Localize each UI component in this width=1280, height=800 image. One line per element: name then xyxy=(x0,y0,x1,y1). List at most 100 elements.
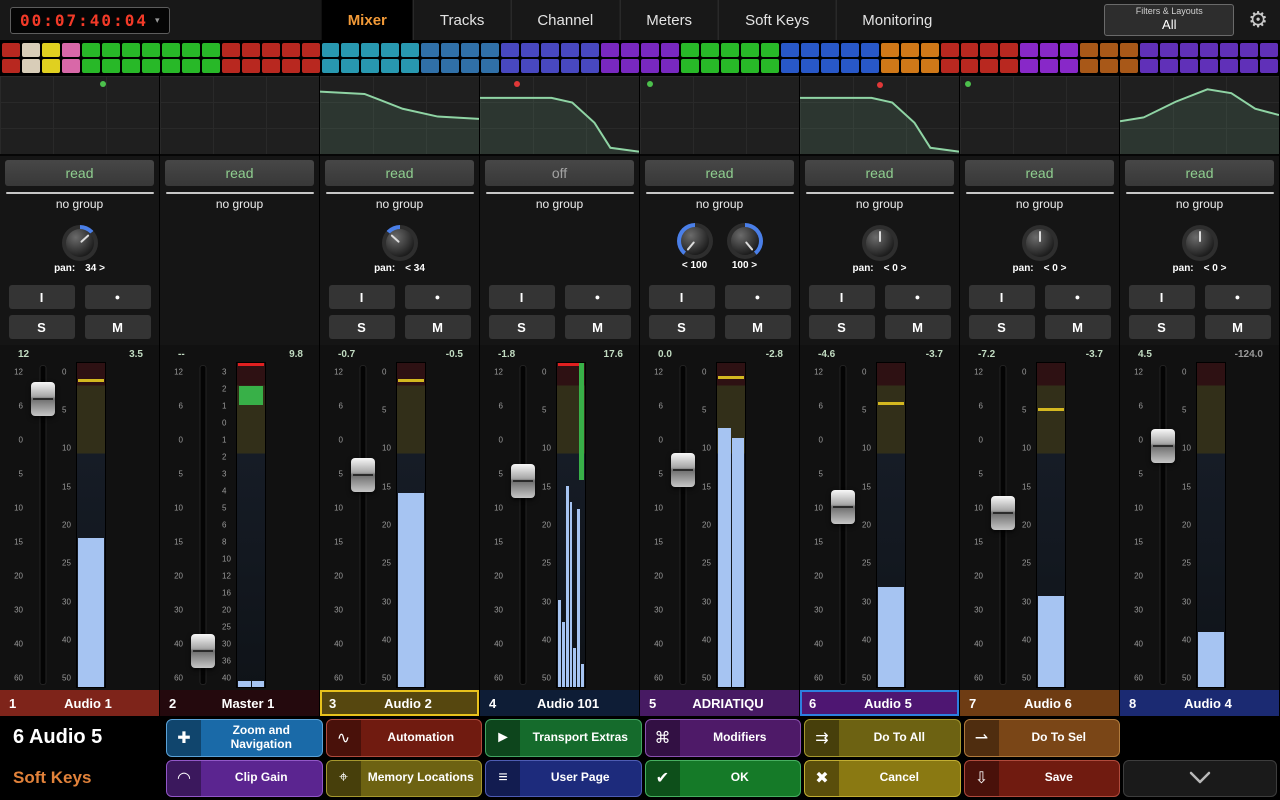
automation-graph[interactable] xyxy=(480,76,639,156)
mute-button[interactable]: M xyxy=(565,315,631,339)
group-section[interactable]: no group xyxy=(640,190,799,219)
solo-button[interactable]: S xyxy=(9,315,75,339)
group-section[interactable]: no group xyxy=(160,190,319,219)
fader-cap[interactable] xyxy=(511,464,535,498)
color-cell[interactable] xyxy=(961,59,979,73)
channel-name-bar[interactable]: 8 Audio 4 xyxy=(1120,690,1279,716)
color-cell[interactable] xyxy=(102,43,120,57)
softkey-zoom-and-navigation[interactable]: ✚Zoom and Navigation xyxy=(166,719,323,757)
fader-cap[interactable] xyxy=(351,458,375,492)
input-monitor-button[interactable]: I xyxy=(969,285,1035,309)
fader[interactable] xyxy=(826,362,860,688)
color-cell[interactable] xyxy=(901,43,919,57)
color-cell[interactable] xyxy=(681,59,699,73)
filters-layouts-selector[interactable]: Filters & Layouts All xyxy=(1104,4,1234,35)
color-cell[interactable] xyxy=(62,59,80,73)
record-arm-button[interactable]: ● xyxy=(565,285,631,309)
color-cell[interactable] xyxy=(481,43,499,57)
clip-indicator[interactable] xyxy=(238,363,264,366)
color-cell[interactable] xyxy=(322,59,340,73)
color-cell[interactable] xyxy=(1120,43,1138,57)
color-cell[interactable] xyxy=(361,43,379,57)
group-section[interactable]: no group xyxy=(1120,190,1279,219)
pan-section[interactable]: pan:< 34 xyxy=(320,219,479,279)
color-cell[interactable] xyxy=(1020,59,1038,73)
automation-mode-button[interactable]: read xyxy=(1125,160,1274,186)
color-cell[interactable] xyxy=(202,43,220,57)
automation-graph[interactable] xyxy=(0,76,159,156)
softkey-cancel[interactable]: ✖Cancel xyxy=(804,760,961,798)
color-cell[interactable] xyxy=(341,59,359,73)
color-cell[interactable] xyxy=(721,59,739,73)
softkeys-collapse-button[interactable] xyxy=(1123,760,1277,798)
solo-button[interactable]: S xyxy=(489,315,555,339)
channel-name-bar[interactable]: 7 Audio 6 xyxy=(960,690,1119,716)
record-arm-button[interactable]: ● xyxy=(885,285,951,309)
color-cell[interactable] xyxy=(222,59,240,73)
color-cell[interactable] xyxy=(461,59,479,73)
color-cell[interactable] xyxy=(501,43,519,57)
color-cell[interactable] xyxy=(1260,59,1278,73)
color-cell[interactable] xyxy=(581,43,599,57)
color-cell[interactable] xyxy=(1140,59,1158,73)
color-cell[interactable] xyxy=(1220,43,1238,57)
softkey-modifiers[interactable]: ⌘Modifiers xyxy=(645,719,802,757)
channel-name-bar[interactable]: 6 Audio 5 xyxy=(800,690,959,716)
fader-cap[interactable] xyxy=(671,453,695,487)
color-cell[interactable] xyxy=(102,59,120,73)
record-arm-button[interactable]: ● xyxy=(1205,285,1271,309)
color-cell[interactable] xyxy=(242,59,260,73)
mute-button[interactable]: M xyxy=(725,315,791,339)
automation-graph[interactable] xyxy=(640,76,799,156)
softkey-save[interactable]: ⇩Save xyxy=(964,760,1121,798)
mute-button[interactable]: M xyxy=(1045,315,1111,339)
color-cell[interactable] xyxy=(781,59,799,73)
fader[interactable] xyxy=(26,362,60,688)
color-cell[interactable] xyxy=(941,59,959,73)
color-cell[interactable] xyxy=(721,43,739,57)
color-cell[interactable] xyxy=(741,59,759,73)
color-cell[interactable] xyxy=(421,43,439,57)
tab-soft-keys[interactable]: Soft Keys xyxy=(718,0,835,40)
solo-button[interactable]: S xyxy=(1129,315,1195,339)
automation-mode-button[interactable]: read xyxy=(805,160,954,186)
input-monitor-button[interactable]: I xyxy=(489,285,555,309)
color-cell[interactable] xyxy=(661,43,679,57)
tab-mixer[interactable]: Mixer xyxy=(322,0,413,40)
color-cell[interactable] xyxy=(681,43,699,57)
color-cell[interactable] xyxy=(1220,59,1238,73)
color-cell[interactable] xyxy=(2,43,20,57)
color-cell[interactable] xyxy=(821,59,839,73)
color-cell[interactable] xyxy=(761,59,779,73)
color-cell[interactable] xyxy=(1100,59,1118,73)
record-arm-button[interactable]: ● xyxy=(405,285,471,309)
color-cell[interactable] xyxy=(182,43,200,57)
fader-cap[interactable] xyxy=(191,634,215,668)
color-cell[interactable] xyxy=(202,59,220,73)
pan-section[interactable]: pan:< 0 > xyxy=(800,219,959,279)
automation-graph[interactable] xyxy=(800,76,959,156)
automation-mode-button[interactable]: read xyxy=(325,160,474,186)
channel-name-bar[interactable]: 1 Audio 1 xyxy=(0,690,159,716)
tab-meters[interactable]: Meters xyxy=(619,0,718,40)
color-cell[interactable] xyxy=(2,59,20,73)
group-section[interactable]: no group xyxy=(0,190,159,219)
mute-button[interactable]: M xyxy=(405,315,471,339)
input-monitor-button[interactable]: I xyxy=(9,285,75,309)
color-cell[interactable] xyxy=(601,59,619,73)
color-cell[interactable] xyxy=(921,43,939,57)
automation-mode-button[interactable]: read xyxy=(5,160,154,186)
pan-knob[interactable] xyxy=(62,225,98,261)
fader[interactable] xyxy=(986,362,1020,688)
color-cell[interactable] xyxy=(22,43,40,57)
color-cell[interactable] xyxy=(1200,59,1218,73)
color-cell[interactable] xyxy=(541,59,559,73)
color-cell[interactable] xyxy=(1100,43,1118,57)
solo-button[interactable]: S xyxy=(329,315,395,339)
color-cell[interactable] xyxy=(941,43,959,57)
color-cell[interactable] xyxy=(42,43,60,57)
color-cell[interactable] xyxy=(122,43,140,57)
pan-section[interactable]: pan:34 > xyxy=(0,219,159,279)
automation-graph[interactable] xyxy=(1120,76,1279,156)
tab-tracks[interactable]: Tracks xyxy=(413,0,510,40)
